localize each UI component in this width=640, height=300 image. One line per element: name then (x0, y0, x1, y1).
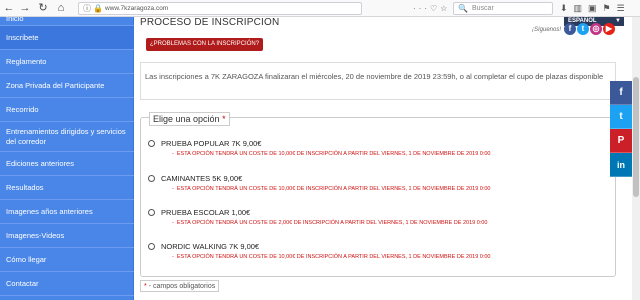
instagram-icon[interactable]: ◎ (590, 23, 602, 35)
option-note-text: ESTA OPCIÓN TENDRÁ UN COSTE DE 2,00€ DE … (176, 220, 488, 226)
sidebar: Inicio Inscribete Reglamento Zona Privad… (0, 14, 134, 300)
option-note-text: ESTA OPCIÓN TENDRÁ UN COSTE DE 10,00€ DE… (176, 186, 491, 192)
share-linkedin-icon[interactable]: in (610, 153, 632, 177)
page-actions[interactable]: ···♡☆ (413, 3, 450, 14)
facebook-icon[interactable]: f (564, 23, 576, 35)
option-note-text: ESTA OPCIÓN TENDRÁ UN COSTE DE 10,00€ DE… (176, 151, 491, 157)
scrollbar[interactable] (632, 17, 640, 300)
search-icon: 🔍 (458, 4, 468, 13)
option-note: - ESTA OPCIÓN TENDRÁ UN COSTE DE 10,00€ … (172, 254, 491, 260)
option-label[interactable]: NORDIC WALKING 7K 9,00€ (161, 242, 259, 251)
sidebar-item-entrenamientos[interactable]: Entrenamientos dirigidos y servicios del… (0, 122, 134, 152)
page-title: PROCESO DE INSCRIPCION (140, 17, 280, 28)
option-label[interactable]: PRUEBA POPULAR 7K 9,00€ (161, 139, 261, 148)
option-radio[interactable] (148, 209, 155, 216)
option-label[interactable]: PRUEBA ESCOLAR 1,00€ (161, 208, 250, 217)
sidebar-item-imagenes-videos[interactable]: Imagenes-Videos (0, 224, 134, 248)
share-pinterest-icon[interactable]: P (610, 129, 632, 153)
follow-label: ¡Síguenos! (532, 27, 562, 33)
main-content: PROCESO DE INSCRIPCION ESPAÑOL ▼ ¡Síguen… (134, 17, 640, 300)
sidebar-item-inicio[interactable]: Inicio (0, 14, 134, 26)
option-radio[interactable] (148, 140, 155, 147)
info-icon[interactable]: ⓘ (83, 3, 91, 14)
sidebar-item-zona-privada[interactable]: Zona Privada del Participante (0, 74, 134, 98)
sidebar-item-inscribete[interactable]: Inscribete (0, 26, 134, 50)
sidebar-item-imagenes-anteriores[interactable]: Imagenes años anteriores (0, 200, 134, 224)
youtube-icon[interactable]: ▶ (603, 23, 615, 35)
search-placeholder: Buscar (472, 5, 494, 12)
sidebar-item-resultados[interactable]: Resultados (0, 176, 134, 200)
required-asterisk: * (144, 283, 147, 290)
options-fieldset: Elige una opción * PRUEBA POPULAR 7K 9,0… (140, 112, 616, 277)
sidebar-item-como-llegar[interactable]: Cómo llegar (0, 248, 134, 272)
share-facebook-icon[interactable]: f (610, 81, 632, 105)
toolbar-icons[interactable]: ⬇▥▣⚑☰ (560, 2, 631, 15)
twitter-icon[interactable]: t (577, 23, 589, 35)
problems-button[interactable]: ¿PROBLEMAS CON LA INSCRIPCIÓN? (146, 38, 264, 51)
sidebar-item-recorrido[interactable]: Recorrido (0, 98, 134, 122)
search-bar[interactable]: 🔍 Buscar (453, 2, 553, 15)
info-text: Las inscripciones a 7K ZARAGOZA finaliza… (145, 72, 604, 81)
info-box: Las inscripciones a 7K ZARAGOZA finaliza… (140, 62, 616, 100)
required-asterisk: * (222, 114, 226, 124)
option-note: - ESTA OPCIÓN TENDRÁ UN COSTE DE 10,00€ … (172, 151, 491, 157)
sidebar-item-reglamento[interactable]: Reglamento (0, 50, 134, 74)
share-twitter-icon[interactable]: t (610, 105, 632, 129)
option-note: - ESTA OPCIÓN TENDRÁ UN COSTE DE 10,00€ … (172, 186, 491, 192)
sidebar-item-contactar[interactable]: Contactar (0, 272, 134, 296)
lock-icon: 🔒 (93, 4, 103, 13)
scrollbar-thumb[interactable] (633, 77, 639, 197)
option-note-text: ESTA OPCIÓN TENDRÁ UN COSTE DE 10,00€ DE… (176, 254, 491, 260)
required-note-text: - campos obligatorios (148, 283, 216, 290)
sidebar-item-ediciones[interactable]: Ediciones anteriores (0, 152, 134, 176)
options-legend: Elige una opción * (149, 112, 230, 126)
options-legend-text: Elige una opción (153, 114, 220, 124)
option-label[interactable]: CAMINANTES 5K 9,00€ (161, 174, 242, 183)
chevron-down-icon: ▼ (615, 18, 621, 24)
option-radio[interactable] (148, 175, 155, 182)
option-radio[interactable] (148, 243, 155, 250)
url-text[interactable]: www.7kzaragoza.com (105, 3, 168, 14)
required-note: * - campos obligatorios (140, 280, 220, 292)
share-bar: f t P in (610, 81, 632, 177)
option-note: - ESTA OPCIÓN TENDRÁ UN COSTE DE 2,00€ D… (172, 220, 488, 226)
